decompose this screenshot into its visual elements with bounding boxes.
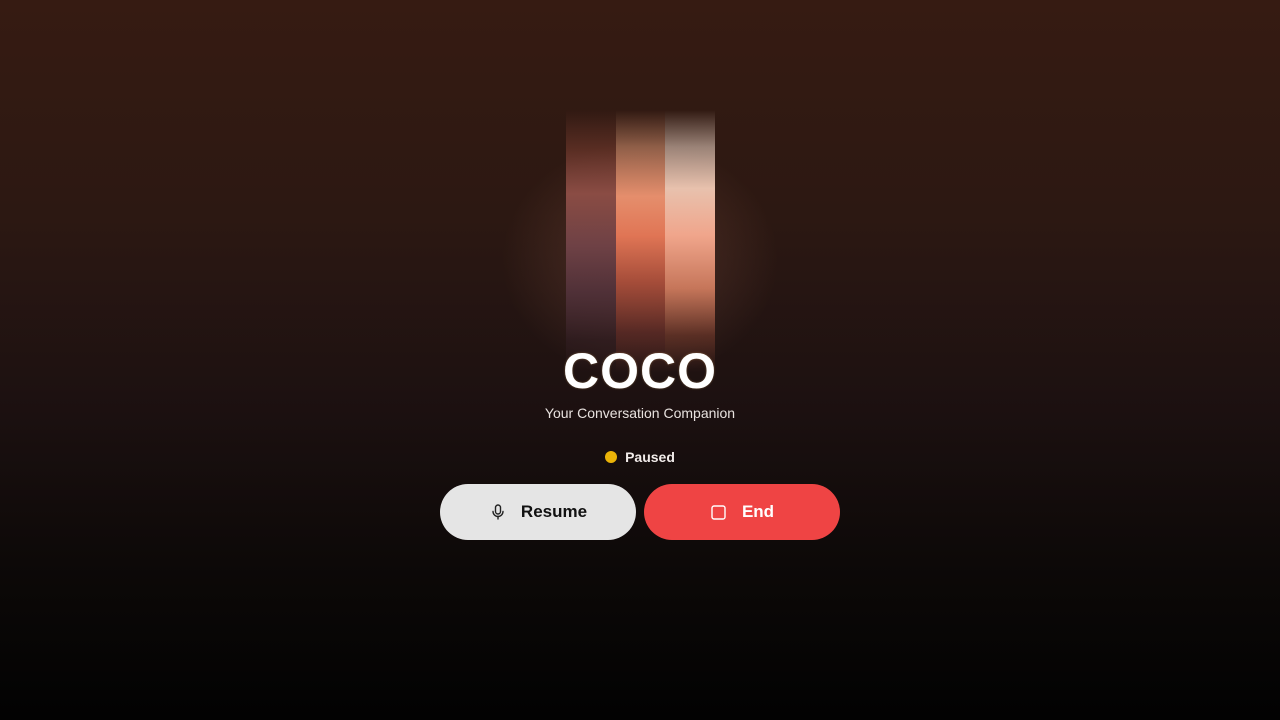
visualizer-bar	[665, 110, 715, 372]
resume-button-label: Resume	[520, 502, 588, 521]
app-screen: COCO Your Conversation Companion Paused …	[0, 0, 1280, 720]
visualizer-bar	[616, 110, 665, 372]
status-indicator: Paused	[0, 449, 1280, 465]
resume-button[interactable]: Resume	[440, 484, 636, 540]
session-controls: Resume End	[440, 484, 840, 540]
status-dot-icon	[605, 451, 618, 463]
end-button[interactable]: End	[644, 484, 840, 540]
status-label: Paused	[625, 449, 675, 465]
visualizer-bar	[566, 110, 616, 372]
stop-square-icon	[710, 503, 728, 521]
audio-visualizer	[566, 110, 715, 372]
app-title: COCO	[563, 343, 717, 399]
app-subtitle: Your Conversation Companion	[544, 405, 736, 421]
microphone-icon	[489, 503, 507, 521]
end-button-label: End	[741, 502, 775, 521]
